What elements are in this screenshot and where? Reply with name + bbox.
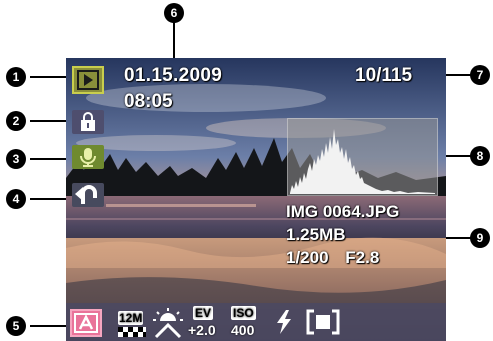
capture-time: 08:05 (124, 91, 173, 112)
ev-value: +2.0 (188, 322, 216, 338)
status-bar: 12M EV +2.0 ISO 400 (66, 303, 446, 341)
play-icon (77, 70, 99, 90)
resolution-label: 12M (118, 311, 144, 325)
lcd-screen: 01.15.2009 08:05 10/115 IMG 0064.JPG 1.2… (66, 58, 446, 341)
callout-9: 9 (470, 228, 490, 248)
histogram-graph (290, 129, 435, 194)
microphone-icon (80, 148, 96, 167)
rotate-indicator (72, 183, 104, 207)
auto-scene-icon (74, 313, 98, 333)
file-size: 1.25MB (286, 225, 346, 244)
callout-1: 1 (6, 67, 26, 87)
voice-memo-indicator (72, 145, 104, 169)
landscape-photo (66, 58, 446, 341)
sunny-icon (153, 308, 183, 339)
image-counter: 10/115 (355, 65, 413, 86)
rotate-icon (75, 185, 97, 204)
callout-4: 4 (6, 189, 26, 209)
iso-label: ISO (231, 306, 256, 320)
camera-playback-diagram: 01.15.2009 08:05 10/115 IMG 0064.JPG 1.2… (0, 0, 493, 341)
ev-label: EV (193, 306, 214, 320)
shutter-aperture: 1/200 F2.8 (286, 248, 380, 267)
callout-3: 3 (6, 149, 26, 169)
lock-icon (81, 112, 95, 131)
play-mode-button[interactable] (72, 66, 104, 94)
callout-5: 5 (6, 316, 26, 336)
iso-value: 400 (231, 322, 255, 338)
flash-icon (277, 310, 291, 334)
callout-8: 8 (470, 146, 490, 166)
callout-7: 7 (470, 65, 490, 85)
protect-indicator (72, 110, 104, 134)
file-name: IMG 0064.JPG (286, 202, 400, 221)
scene-mode-indicator (70, 309, 102, 337)
metering-icon (306, 309, 340, 335)
histogram (287, 118, 438, 196)
quality-icon (118, 327, 146, 337)
capture-date: 01.15.2009 (124, 65, 223, 86)
callout-6: 6 (164, 3, 184, 23)
callout-2: 2 (6, 111, 26, 131)
